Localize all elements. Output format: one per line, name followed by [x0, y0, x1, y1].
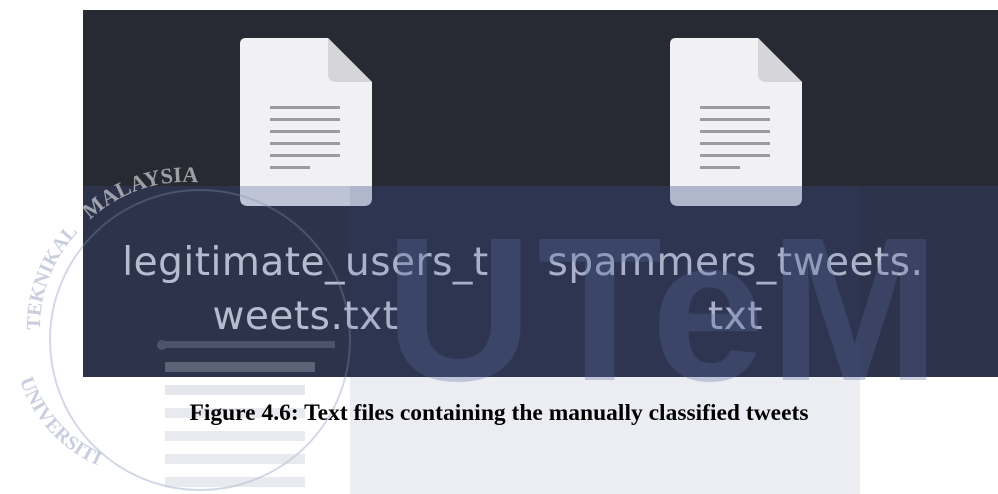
watermark-seal-left-text: TEKNIKAL [23, 221, 82, 331]
file-manager-screenshot: legitimate_users_t weets.txt spammers_tw… [83, 10, 998, 377]
file-name-line-1: legitimate_users_t [122, 240, 489, 285]
file-name-label: legitimate_users_t weets.txt [83, 236, 528, 344]
file-name-label: spammers_tweets. txt [528, 236, 943, 344]
text-file-icon [669, 38, 802, 206]
file-name-line-2: weets.txt [212, 294, 399, 339]
file-name-line-1: spammers_tweets. [547, 240, 924, 285]
file-item-legitimate-users-tweets[interactable]: legitimate_users_t weets.txt [83, 38, 528, 344]
file-item-spammers-tweets[interactable]: spammers_tweets. txt [528, 38, 943, 344]
file-name-line-2: txt [707, 294, 764, 339]
text-file-icon [239, 38, 372, 206]
figure-caption: Figure 4.6: Text files containing the ma… [189, 400, 809, 426]
